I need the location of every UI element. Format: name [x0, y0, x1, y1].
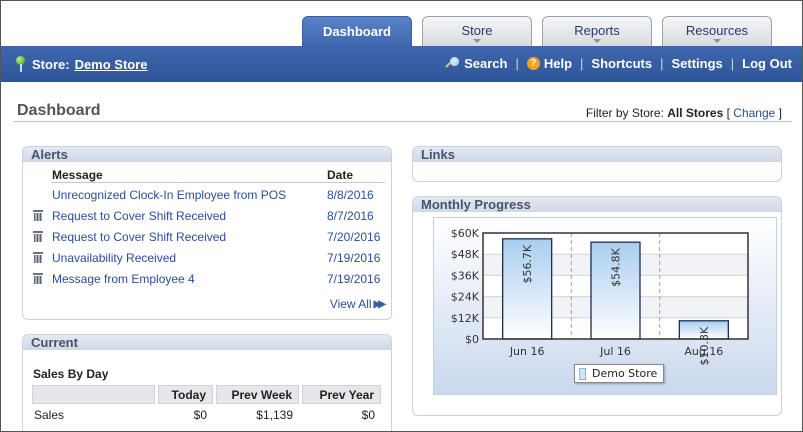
alert-message-link[interactable]: Message from Employee 4 — [52, 272, 195, 286]
table-row: Sales $0 $1,139 $0 — [32, 404, 381, 426]
chevron-down-icon — [713, 39, 721, 43]
pin-icon — [15, 56, 27, 72]
tab-reports[interactable]: Reports — [542, 16, 652, 47]
y-tick-label: $12K — [451, 312, 480, 325]
double-arrow-right-icon: ▶▶ — [373, 298, 387, 310]
current-panel: Current Sales By Day Today Prev Week Pre… — [22, 334, 392, 431]
sales-by-day-heading: Sales By Day — [33, 367, 109, 381]
search-link-label: Search — [464, 56, 508, 71]
trash-icon[interactable] — [33, 252, 43, 263]
store-indicator: Store: Demo Store — [15, 56, 148, 72]
row-label: Sales — [34, 408, 65, 422]
link-separator: | — [730, 56, 735, 71]
monthly-progress-chart: $0 $12K $24K $36K $48K $60K $56.7K Jun 16 $54.8K… — [433, 217, 777, 395]
trash-icon[interactable] — [33, 210, 43, 221]
page-title: Dashboard — [17, 102, 101, 119]
alert-date: 8/8/2016 — [327, 188, 374, 202]
help-icon: ? — [526, 57, 540, 70]
link-separator: | — [660, 56, 664, 71]
column-header-today: Today — [158, 385, 213, 404]
help-link[interactable]: ? Help — [526, 56, 573, 71]
help-link-label: Help — [543, 56, 573, 71]
y-tick-label: $48K — [451, 248, 480, 261]
alerts-panel: Alerts Message Date Unrecognized Clock-I… — [22, 146, 392, 320]
tab-label: Store — [461, 23, 493, 38]
bar-value-label: $54.8K — [610, 247, 623, 286]
alert-date: 7/20/2016 — [327, 230, 381, 244]
logout-link[interactable]: Log Out — [742, 56, 792, 71]
alerts-table: Message Date Unrecognized Clock-In Emplo… — [23, 167, 391, 288]
panel-title: Alerts — [23, 147, 391, 162]
panel-title: Monthly Progress — [413, 197, 781, 212]
legend-label: Demo Store — [592, 367, 658, 380]
alerts-header-row: Message Date — [23, 167, 391, 183]
y-tick-label: $36K — [451, 269, 480, 282]
settings-link[interactable]: Settings — [671, 56, 722, 71]
app-window: Dashboard Store Reports Resources Store:… — [0, 0, 803, 432]
link-separator: | — [515, 56, 519, 71]
alert-row: Request to Cover Shift Received 7/20/201… — [23, 225, 391, 246]
alert-message-link[interactable]: Request to Cover Shift Received — [52, 209, 226, 223]
monthly-progress-panel: Monthly Progress $0 $12K $24K $36K $48K $60K $… — [412, 196, 782, 416]
y-tick-label: $24K — [451, 291, 480, 304]
alert-message-link[interactable]: Unavailability Received — [52, 251, 176, 265]
alert-date: 7/19/2016 — [327, 272, 381, 286]
table-cell: $0 — [193, 408, 207, 422]
shortcuts-link[interactable]: Shortcuts — [591, 56, 652, 71]
store-toolbar: Store: Demo Store Search | ? Help | Shor… — [1, 46, 802, 82]
filter-value: All Stores — [667, 106, 724, 120]
sales-table: Today Prev Week Prev Year Sales $0 $1,13… — [29, 385, 384, 426]
main-tabs: Dashboard Store Reports Resources — [1, 16, 802, 48]
table-cell: $1,139 — [256, 408, 293, 422]
alert-row: Request to Cover Shift Received 8/7/2016 — [23, 204, 391, 225]
trash-icon[interactable] — [33, 231, 43, 242]
view-all-link[interactable]: View All ▶▶ — [329, 297, 387, 311]
x-tick-label: Aug 16 — [684, 345, 723, 358]
view-all-label: View All — [329, 297, 372, 311]
title-divider — [13, 121, 792, 122]
x-tick-label: Jul 16 — [599, 345, 631, 358]
y-tick-label: $0 — [465, 333, 479, 346]
alert-date: 8/7/2016 — [327, 209, 374, 223]
alert-row: Unavailability Received 7/19/2016 — [23, 246, 391, 267]
table-header-row: Today Prev Week Prev Year — [32, 385, 381, 404]
alert-message-link[interactable]: Request to Cover Shift Received — [52, 230, 226, 244]
store-filter: Filter by Store: All Stores [ Change ] — [585, 106, 782, 120]
column-header-prev-year: Prev Year — [302, 385, 381, 404]
store-label: Store: — [32, 56, 70, 72]
tab-label: Dashboard — [323, 24, 391, 39]
panel-title: Current — [23, 335, 391, 350]
links-panel: Links — [412, 146, 782, 182]
store-name-link[interactable]: Demo Store — [75, 57, 148, 72]
trash-icon[interactable] — [33, 273, 43, 284]
filter-label: Filter by Store: — [585, 106, 664, 120]
column-header-prev-week: Prev Week — [216, 385, 299, 404]
column-header-date: Date — [327, 168, 354, 182]
alert-row: Message from Employee 4 7/19/2016 — [23, 267, 391, 288]
tab-store[interactable]: Store — [422, 16, 532, 47]
search-link[interactable]: Search — [445, 56, 508, 71]
bar-value-label: $56.7K — [521, 244, 534, 283]
y-tick-label: $60K — [451, 227, 480, 240]
change-filter-link[interactable]: Change — [733, 106, 775, 120]
tab-label: Reports — [574, 23, 620, 38]
alert-row: Unrecognized Clock-In Employee from POS … — [23, 183, 391, 204]
top-links: Search | ? Help | Shortcuts | Settings |… — [445, 56, 792, 71]
chevron-down-icon — [593, 39, 601, 43]
column-header-blank — [32, 385, 155, 404]
table-cell: $0 — [361, 408, 375, 422]
chevron-down-icon — [473, 39, 481, 43]
tab-label: Resources — [685, 23, 749, 38]
panel-title: Links — [413, 147, 781, 162]
alert-date: 7/19/2016 — [327, 251, 381, 265]
legend-swatch — [579, 367, 586, 380]
x-tick-label: Jun 16 — [509, 345, 545, 358]
link-separator: | — [580, 56, 584, 71]
tab-dashboard[interactable]: Dashboard — [302, 16, 412, 48]
chart-legend: Demo Store — [574, 364, 665, 383]
search-icon — [445, 56, 460, 71]
alert-message-link[interactable]: Unrecognized Clock-In Employee from POS — [52, 188, 286, 202]
column-header-message: Message — [52, 168, 103, 182]
tab-resources[interactable]: Resources — [662, 16, 772, 47]
